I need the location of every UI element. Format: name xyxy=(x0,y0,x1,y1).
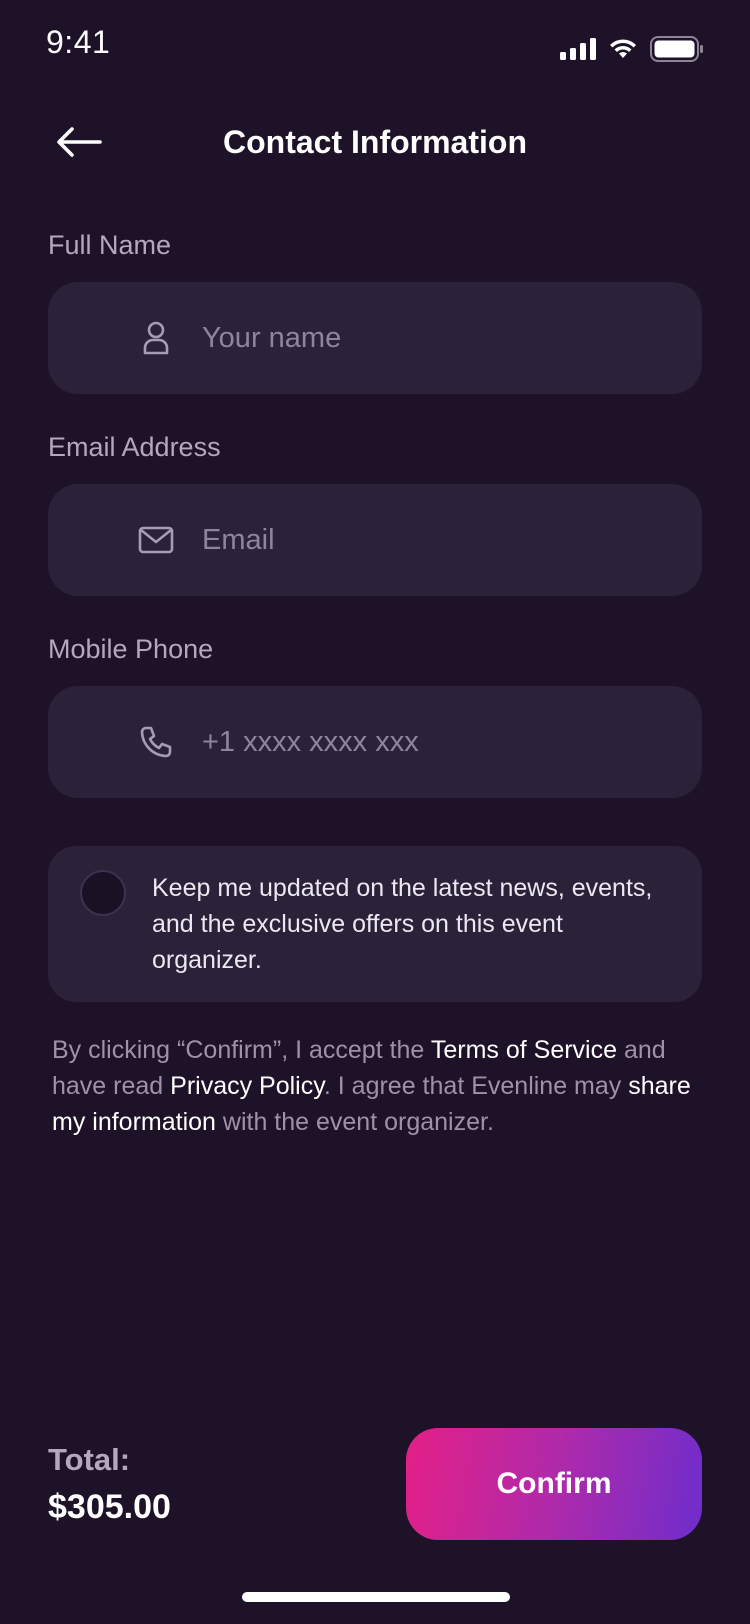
email-input[interactable] xyxy=(200,522,672,558)
terms-text-4: with the event organizer. xyxy=(215,1108,494,1136)
phone-field[interactable] xyxy=(48,686,702,798)
terms-of-service-link[interactable]: Terms of Service xyxy=(431,1036,617,1064)
battery-icon xyxy=(650,36,704,67)
consent-radio[interactable] xyxy=(80,870,126,916)
privacy-policy-link[interactable]: Privacy Policy xyxy=(170,1072,324,1100)
phone-label: Mobile Phone xyxy=(48,634,214,664)
full-name-field[interactable] xyxy=(48,282,702,394)
terms-text-1: By clicking “Confirm”, I accept the xyxy=(52,1036,431,1064)
status-icons xyxy=(560,36,704,67)
confirm-button[interactable]: Confirm xyxy=(406,1428,702,1540)
terms-text-3: . I agree that Evenline may xyxy=(323,1072,629,1100)
consent-text: Keep me updated on the latest news, even… xyxy=(152,874,653,974)
full-name-label: Full Name xyxy=(48,230,172,260)
status-bar: 9:41 xyxy=(0,0,750,92)
email-field[interactable] xyxy=(48,484,702,596)
mail-icon xyxy=(138,522,174,558)
total-value: $305.00 xyxy=(48,1488,171,1526)
terms-notice: By clicking “Confirm”, I accept the Term… xyxy=(52,1032,712,1140)
home-indicator xyxy=(242,1592,510,1602)
user-icon xyxy=(138,320,174,356)
phone-icon xyxy=(138,724,174,760)
phone-input[interactable] xyxy=(200,724,672,760)
full-name-input[interactable] xyxy=(200,320,672,356)
wifi-icon xyxy=(608,38,638,65)
status-time: 9:41 xyxy=(46,24,111,60)
newsletter-consent[interactable]: Keep me updated on the latest news, even… xyxy=(48,846,702,1002)
header: Contact Information xyxy=(0,110,750,180)
total-label: Total: xyxy=(48,1442,131,1477)
page-title: Contact Information xyxy=(223,124,527,160)
signal-icon xyxy=(560,38,596,65)
email-label: Email Address xyxy=(48,432,221,462)
